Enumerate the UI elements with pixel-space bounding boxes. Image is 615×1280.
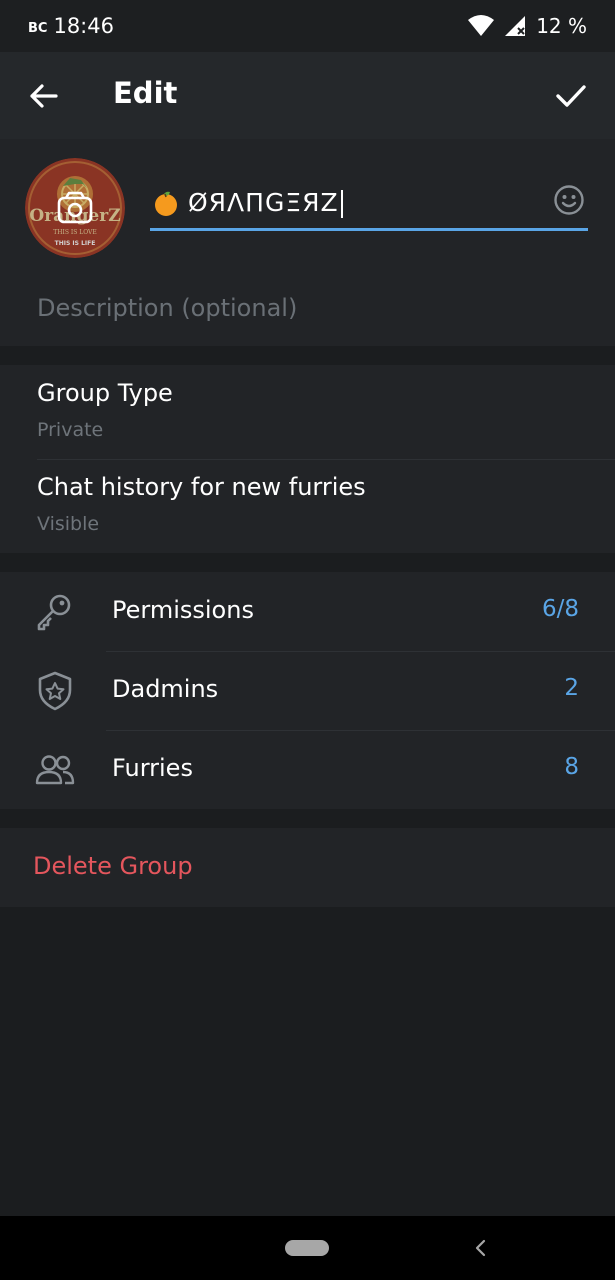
group-header-card: OrangerZ THIS IS LOVE THIS IS LIFE ØЯΛΠG… [0, 139, 615, 346]
chat-history-row[interactable]: Chat history for new furries Visible [0, 459, 615, 553]
group-type-row[interactable]: Group Type Private [0, 365, 615, 459]
cell-signal-icon [505, 16, 526, 36]
admins-label: Dadmins [112, 675, 219, 703]
confirm-button[interactable] [553, 78, 589, 114]
wifi-icon [468, 15, 495, 36]
smile-icon [554, 185, 584, 215]
back-button[interactable] [24, 78, 64, 114]
key-icon [37, 594, 71, 631]
status-day: ВС [28, 20, 48, 36]
members-count: 8 [564, 754, 579, 780]
permissions-count: 6/8 [541, 596, 579, 622]
home-button[interactable] [285, 1240, 329, 1256]
group-name-input[interactable]: ØЯΛΠGΞЯZ [188, 188, 343, 218]
delete-group-label: Delete Group [33, 852, 193, 880]
app-bar: Edit [0, 52, 615, 139]
system-nav-bar [0, 1216, 615, 1280]
arrow-left-icon [30, 84, 58, 108]
permissions-row[interactable]: Permissions 6/8 [0, 572, 615, 651]
shield-star-icon [38, 671, 72, 711]
members-row[interactable]: Furries 8 [0, 730, 615, 809]
admins-count: 2 [564, 675, 579, 701]
group-name-value: ØЯΛΠGΞЯZ [188, 188, 339, 217]
tangerine-emoji-icon [155, 191, 177, 216]
page-title: Edit [113, 76, 178, 110]
members-label: Furries [112, 754, 193, 782]
check-icon [556, 85, 586, 107]
group-avatar-image: OrangerZ THIS IS LOVE THIS IS LIFE [25, 158, 125, 258]
chat-history-label: Chat history for new furries [37, 473, 366, 501]
group-type-label: Group Type [37, 379, 173, 407]
delete-group-button[interactable]: Delete Group [0, 828, 615, 907]
group-settings-card: Group Type Private Chat history for new … [0, 365, 615, 553]
group-management-card: Permissions 6/8 Dadmins 2 Furries 8 [0, 572, 615, 809]
admins-row[interactable]: Dadmins 2 [0, 651, 615, 730]
group-name-field[interactable]: ØЯΛΠGΞЯZ [150, 179, 588, 231]
status-right: 12 % [468, 14, 587, 38]
text-cursor [340, 190, 343, 218]
emoji-button[interactable] [553, 184, 585, 216]
status-time: 18:46 [53, 14, 114, 38]
nav-back-icon[interactable] [471, 1238, 489, 1258]
battery-level: 12 % [536, 14, 587, 38]
status-bar: ВС 18:46 12 % [0, 0, 615, 52]
group-type-value: Private [37, 419, 104, 441]
permissions-label: Permissions [112, 596, 254, 624]
users-icon [35, 755, 75, 785]
description-input[interactable]: Description (optional) [37, 294, 577, 330]
chat-history-value: Visible [37, 513, 100, 535]
group-avatar[interactable]: OrangerZ THIS IS LOVE THIS IS LIFE [25, 158, 125, 258]
